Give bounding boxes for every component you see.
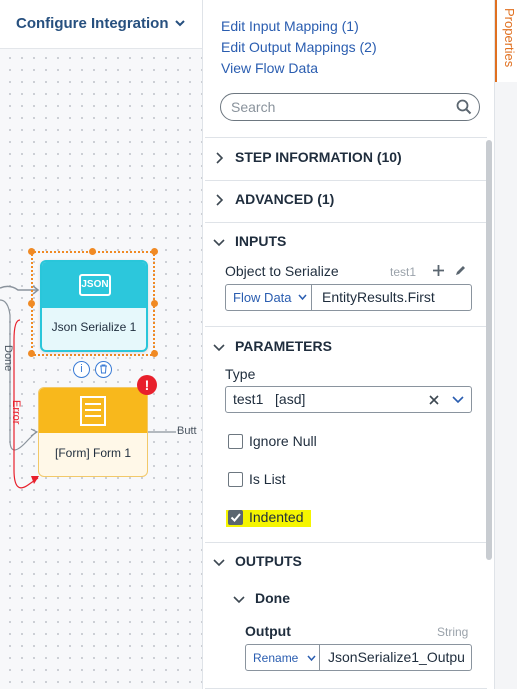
object-to-serialize-input[interactable]: Flow Data EntityResults.First xyxy=(225,284,472,311)
chevron-down-icon[interactable] xyxy=(173,16,187,30)
ignore-null-option[interactable]: Ignore Null xyxy=(228,432,448,452)
divider xyxy=(205,137,487,138)
resize-handle-tr[interactable] xyxy=(151,248,158,255)
ignore-null-label: Ignore Null xyxy=(249,433,317,449)
is-list-option[interactable]: Is List xyxy=(228,470,448,490)
resize-handle-t[interactable] xyxy=(89,248,96,255)
json-serialize-step[interactable]: JSON Json Serialize 1 xyxy=(40,260,148,352)
indented-label: Indented xyxy=(249,509,304,525)
form-step[interactable]: [Form] Form 1 xyxy=(38,387,148,477)
resize-handle-br[interactable] xyxy=(151,350,158,357)
flow-canvas[interactable]: Done Error Butt JSON Json Serialize 1 i xyxy=(0,0,202,689)
output-name-input[interactable]: Rename JsonSerialize1_Outpu xyxy=(245,644,472,671)
canvas-header: Configure Integration xyxy=(0,0,202,49)
type-select-value: test1 [asd] xyxy=(233,391,306,407)
divider xyxy=(205,542,487,543)
chevron-down-icon xyxy=(307,655,316,662)
tab-properties[interactable]: Properties xyxy=(495,0,517,82)
resize-handle-bl[interactable] xyxy=(28,350,35,357)
indented-option[interactable]: Indented xyxy=(226,508,448,528)
input-type-hint: test1 xyxy=(390,265,417,279)
edit-pencil-icon[interactable] xyxy=(454,264,467,277)
chevron-down-icon xyxy=(213,344,225,352)
chevron-right-icon xyxy=(216,194,224,206)
search-icon[interactable] xyxy=(456,99,472,115)
is-list-label: Is List xyxy=(249,471,286,487)
ignore-null-checkbox[interactable] xyxy=(228,434,243,449)
chevron-right-icon xyxy=(216,152,224,164)
input-value: EntityResults.First xyxy=(322,289,435,305)
edge-label-done: Done xyxy=(2,345,14,372)
section-title: INPUTS xyxy=(235,233,287,249)
json-node-header: JSON xyxy=(42,262,146,308)
tab-properties-label: Properties xyxy=(502,8,517,68)
checkmark-icon xyxy=(230,513,241,522)
output-group-title: Done xyxy=(255,590,290,606)
object-to-serialize-label: Object to Serialize xyxy=(225,263,339,279)
properties-panel: Edit Input Mapping (1) Edit Output Mappi… xyxy=(202,0,494,689)
section-title: PARAMETERS xyxy=(235,338,332,354)
search-box[interactable] xyxy=(220,93,480,121)
clear-icon[interactable] xyxy=(428,394,440,406)
output-mode-value: Rename xyxy=(253,651,299,665)
is-list-checkbox[interactable] xyxy=(228,472,243,487)
resize-handle-r[interactable] xyxy=(151,300,158,307)
chevron-down-icon xyxy=(233,596,245,604)
section-title: ADVANCED (1) xyxy=(235,191,335,207)
edge-label-error: Error xyxy=(10,400,22,425)
search-input[interactable] xyxy=(231,98,451,116)
add-icon[interactable] xyxy=(432,264,445,277)
chevron-down-icon xyxy=(213,239,225,247)
output-type-hint: String xyxy=(437,625,469,639)
divider xyxy=(205,326,487,327)
chevron-down-icon xyxy=(213,559,225,567)
output-name-value: JsonSerialize1_Outpu xyxy=(328,649,465,665)
json-node-label: Json Serialize 1 xyxy=(51,320,137,334)
section-title: OUTPUTS xyxy=(235,553,302,569)
form-icon xyxy=(80,396,106,426)
form-node-header xyxy=(39,388,147,433)
edge-label-out: Butt xyxy=(177,425,197,437)
output-mode-select[interactable]: Rename xyxy=(246,645,320,670)
chevron-down-icon xyxy=(298,294,307,301)
indented-checkbox[interactable] xyxy=(228,510,243,525)
form-node-label: [Form] Form 1 xyxy=(54,446,131,460)
chevron-down-icon[interactable] xyxy=(452,396,464,404)
divider xyxy=(205,222,487,223)
type-select[interactable]: test1 [asd] xyxy=(225,386,472,413)
delete-icon[interactable] xyxy=(95,361,112,378)
section-title: STEP INFORMATION (10) xyxy=(235,149,402,165)
resize-handle-l[interactable] xyxy=(28,300,35,307)
error-badge-icon[interactable]: ! xyxy=(137,375,157,395)
resize-handle-tl[interactable] xyxy=(28,248,35,255)
configure-integration-title[interactable]: Configure Integration xyxy=(16,15,169,32)
source-select-value: Flow Data xyxy=(233,290,292,305)
edit-output-mappings-link[interactable]: Edit Output Mappings (2) xyxy=(221,39,377,55)
side-tab-bar: Properties xyxy=(494,0,517,689)
json-icon: JSON xyxy=(79,274,111,296)
view-flow-data-link[interactable]: View Flow Data xyxy=(221,60,318,76)
edit-input-mapping-link[interactable]: Edit Input Mapping (1) xyxy=(221,18,359,34)
type-label: Type xyxy=(225,366,256,382)
source-select[interactable]: Flow Data xyxy=(226,285,312,310)
output-label: Output xyxy=(245,623,291,639)
divider xyxy=(205,180,487,181)
panel-scrollbar[interactable] xyxy=(486,140,492,560)
app-root: Done Error Butt JSON Json Serialize 1 i xyxy=(0,0,517,689)
info-icon[interactable]: i xyxy=(73,361,90,378)
